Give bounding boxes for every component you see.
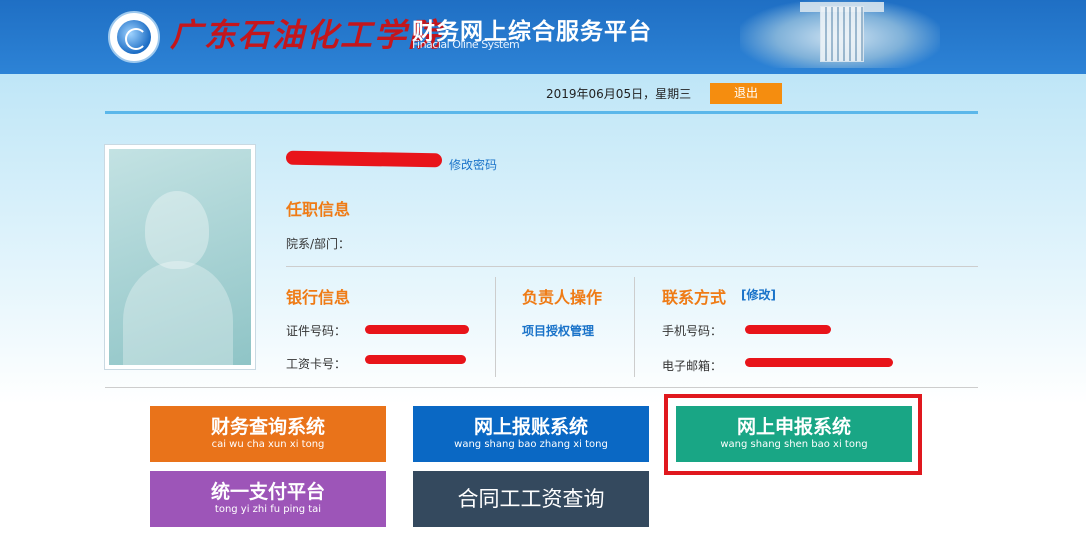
- contact-title: 联系方式: [662, 288, 727, 307]
- name-redaction: [285, 150, 443, 168]
- highlight-box: [664, 394, 922, 475]
- salary-card-label: 工资卡号：: [286, 357, 347, 371]
- logout-button[interactable]: 退出: [710, 83, 782, 104]
- id-number-label: 证件号码：: [286, 324, 347, 338]
- avatar-placeholder: [109, 149, 251, 365]
- unified-payment-tile[interactable]: 统一支付平台 tong yi zhi fu ping tai: [150, 471, 386, 527]
- contract-salary-tile[interactable]: 合同工工资查询: [413, 471, 649, 527]
- department-label: 院系/部门：: [286, 237, 351, 251]
- project-auth-link[interactable]: 项目授权管理: [522, 322, 594, 339]
- section-divider: [105, 387, 978, 388]
- job-info-title: 任职信息: [286, 200, 351, 219]
- platform-subtitle: Finacial Oline System: [412, 38, 520, 51]
- bank-info-title: 银行信息: [286, 288, 351, 307]
- id-number-redaction: [365, 325, 469, 334]
- edit-contact-link[interactable]: [修改]: [741, 286, 776, 303]
- change-password-link[interactable]: 修改密码: [449, 156, 497, 173]
- tile-title: 财务查询系统: [210, 416, 325, 438]
- column-divider-2: [634, 277, 635, 377]
- tile-title: 合同工工资查询: [457, 487, 605, 511]
- school-logo-icon: [108, 11, 160, 63]
- owner-ops-title: 负责人操作: [522, 288, 603, 307]
- email-redaction: [745, 358, 893, 367]
- online-reimbursement-tile[interactable]: 网上报账系统 wang shang bao zhang xi tong: [413, 406, 649, 462]
- topbar-divider: [105, 111, 978, 114]
- email-label: 电子邮箱：: [662, 359, 723, 373]
- salary-card-redaction: [365, 355, 466, 364]
- school-name-logo: 广东石油化工学院: [170, 16, 443, 54]
- profile-photo: [104, 144, 256, 370]
- profile-divider: [286, 266, 978, 267]
- tile-title: 统一支付平台: [210, 481, 325, 503]
- phone-label: 手机号码：: [662, 324, 723, 338]
- tile-subtitle: wang shang bao zhang xi tong: [454, 439, 608, 450]
- phone-redaction: [745, 325, 831, 334]
- tile-subtitle: cai wu cha xun xi tong: [211, 439, 325, 450]
- finance-query-tile[interactable]: 财务查询系统 cai wu cha xun xi tong: [150, 406, 386, 462]
- building-facade-decoration: [820, 6, 864, 62]
- current-date: 2019年06月05日，星期三: [546, 87, 692, 101]
- tile-title: 网上报账系统: [473, 416, 588, 438]
- column-divider-1: [495, 277, 496, 377]
- tile-subtitle: tong yi zhi fu ping tai: [214, 504, 322, 515]
